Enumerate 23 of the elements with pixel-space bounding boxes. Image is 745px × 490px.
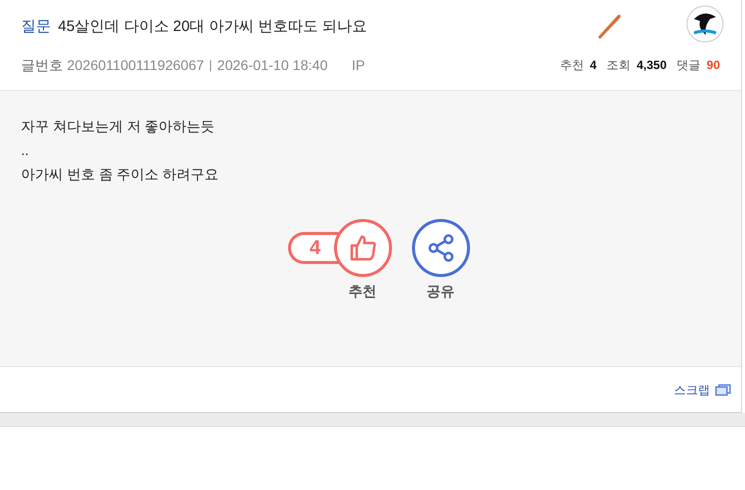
ip-label: IP [352,56,365,74]
stat-value: 90 [706,57,720,74]
body-text: .. [21,141,30,160]
recommend-label: 추천 [348,282,376,301]
post-datetime: 2026-01-10 18:40 [217,56,328,74]
share-icon [426,233,456,263]
body-text: 자꾸 쳐다보는게 저 좋아하는듯 [21,117,216,136]
stat-value: 4,350 [636,57,667,74]
stat-label: 댓글 [676,57,701,74]
stat-label: 추천 [560,57,584,74]
post-number-label: 글번호 [21,56,63,74]
post-title: 45살인데 다이소 20대 아가씨 번호따도 되나요 [58,17,368,37]
stat-label: 조회 [606,57,631,74]
body-text: 아가씨 번호 좀 주이소 하려구요 [21,165,220,184]
separator: | [209,57,212,74]
windows-icon [715,384,731,396]
team-logo-icon [686,5,724,43]
share-label: 공유 [426,282,454,301]
thumbs-up-icon [348,233,378,263]
post-number: 202601100111926067 [67,56,204,74]
stat-value: 4 [590,57,597,74]
post-category[interactable]: 질문 [21,16,51,38]
scrap-button[interactable]: 스크랩 [674,380,731,398]
